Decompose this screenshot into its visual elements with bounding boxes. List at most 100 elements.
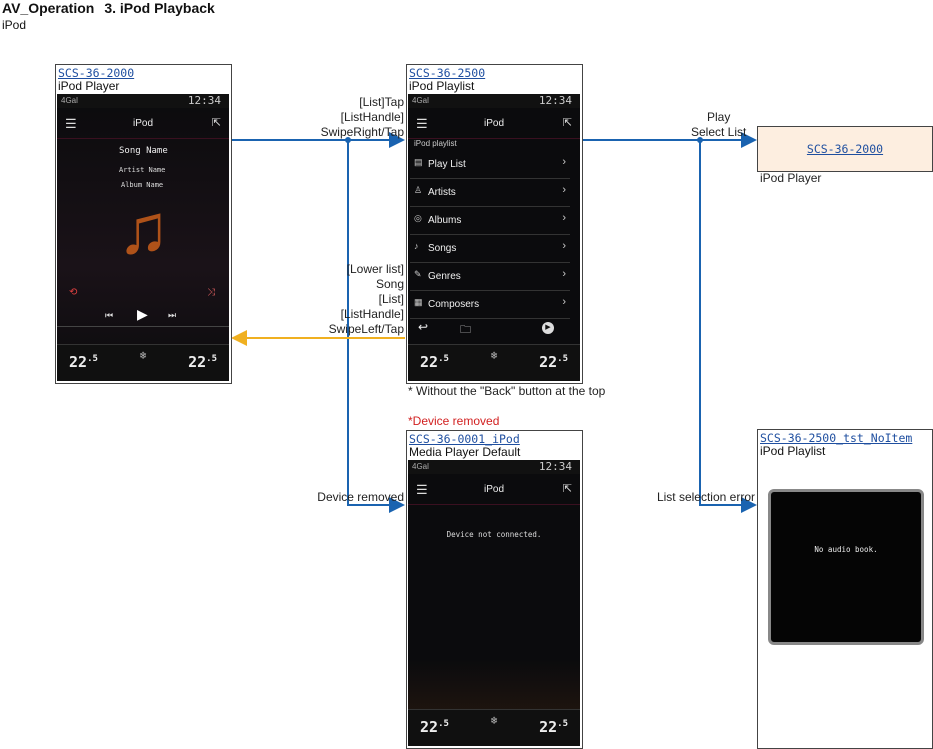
clock: 12:34 xyxy=(187,94,221,107)
popup-message: No audio book. xyxy=(814,545,878,554)
music-note-icon: ♪ xyxy=(414,241,419,251)
guitar-icon: ✎ xyxy=(414,269,422,279)
label-line: [Lower list] xyxy=(346,262,404,276)
screen-id[interactable]: SCS-36-2000 xyxy=(758,142,932,156)
back-icon[interactable]: ↩ xyxy=(418,320,428,334)
list-item-genres[interactable]: ✎ Genres › xyxy=(410,262,570,291)
next-icon[interactable]: ⏭ xyxy=(168,310,176,321)
artist-icon: ♙ xyxy=(414,185,423,195)
screen-default: 4Gal 12:34 ☰ iPod ⇱ Device not connected… xyxy=(408,460,580,746)
climate-bar: 22.5 ❄ 22.5 xyxy=(408,709,580,746)
temp-right-value: 22 xyxy=(539,353,558,371)
label-to-playlist: [List]Tap [ListHandle] SwipeRight/Tap xyxy=(321,95,404,140)
label-line: Select List xyxy=(691,125,747,139)
label-line: [List]Tap xyxy=(359,95,404,109)
label-device-removed: Device removed xyxy=(317,490,404,504)
previous-icon[interactable]: ⏮ xyxy=(105,310,113,321)
now-playing-icon[interactable]: ▶ xyxy=(542,322,554,334)
label-line: [ListHandle] xyxy=(340,110,404,124)
list-item-artists[interactable]: ♙ Artists › xyxy=(410,178,570,207)
song-name: Song Name xyxy=(119,146,168,156)
signal-status: 4Gal xyxy=(412,96,429,105)
climate-bar: 22.5 ❄ 22.5 xyxy=(408,344,580,381)
screen-id[interactable]: SCS-36-2000 xyxy=(58,66,134,80)
label-line: [ListHandle] xyxy=(340,307,404,321)
exit-icon[interactable]: ⇱ xyxy=(563,116,572,129)
label-line: SwipeLeft/Tap xyxy=(328,322,404,336)
composer-icon: ▦ xyxy=(414,297,423,307)
screen-name: iPod Player xyxy=(58,79,120,93)
top-title: iPod xyxy=(483,118,504,129)
panel-player-reference: SCS-36-2000 xyxy=(757,126,933,172)
status-bar: 4Gal 12:34 xyxy=(57,94,229,108)
shuffle-icon[interactable]: ⤨ xyxy=(207,287,215,298)
panel-ipod-playlist: SCS-36-2500 iPod Playlist 4Gal 12:34 ☰ i… xyxy=(406,64,583,384)
no-item-popup: No audio book. xyxy=(768,489,924,645)
top-bar: ☰ iPod ⇱ xyxy=(57,112,229,139)
label-line: Play xyxy=(707,110,731,124)
panel-ipod-player: SCS-36-2000 iPod Player 4Gal 12:34 ☰ iPo… xyxy=(55,64,232,384)
status-bar: 4Gal 12:34 xyxy=(408,94,580,108)
arrow-list-error xyxy=(699,140,757,513)
folder-icon[interactable]: 🗀 xyxy=(460,321,471,340)
temp-right[interactable]: 22.5 xyxy=(188,353,217,371)
label-line: Song xyxy=(375,277,404,291)
screen-id[interactable]: SCS-36-2500_tst_NoItem xyxy=(760,431,912,445)
temp-right-value: 22 xyxy=(188,353,207,371)
exit-icon[interactable]: ⇱ xyxy=(563,482,572,495)
temp-decimal: .5 xyxy=(557,354,568,364)
music-note-icon: ♫ xyxy=(117,190,170,268)
chevron-right-icon: › xyxy=(562,296,566,308)
label-line: SwipeRight/Tap xyxy=(320,125,404,139)
chevron-right-icon: › xyxy=(562,212,566,224)
label-back-to-player: [Lower list] Song [List] [ListHandle] Sw… xyxy=(329,262,404,337)
label-list-error: List selection error xyxy=(656,490,755,504)
list-item-label: Genres xyxy=(428,271,461,282)
chevron-right-icon: › xyxy=(562,268,566,280)
repeat-icon[interactable]: ⟲ xyxy=(69,287,77,298)
top-title: iPod xyxy=(483,484,504,495)
screen-id[interactable]: SCS-36-2500 xyxy=(409,66,485,80)
list-header: iPod playlist xyxy=(414,139,457,148)
artist-name: Artist Name xyxy=(119,166,166,174)
climate-bar: 22.5 ❄ 22.5 xyxy=(57,344,229,381)
panel-playlist-no-item: SCS-36-2500_tst_NoItem iPod Playlist No … xyxy=(757,429,933,749)
screen-id[interactable]: SCS-36-0001_iPod xyxy=(409,432,520,446)
list-item-label: Play List xyxy=(428,159,466,170)
screen-name: iPod Playlist xyxy=(409,79,475,93)
list-item-songs[interactable]: ♪ Songs › xyxy=(410,234,570,263)
screen-playlist: 4Gal 12:34 ☰ iPod ⇱ iPod playlist ▤ Play … xyxy=(408,94,580,381)
top-bar: ☰ iPod ⇱ xyxy=(408,478,580,505)
list-item-label: Albums xyxy=(428,215,462,226)
temp-decimal: .5 xyxy=(206,354,217,364)
top-bar: ☰ iPod ⇱ xyxy=(408,112,580,139)
temp-decimal: .5 xyxy=(557,719,568,729)
list-item-label: Songs xyxy=(428,243,457,254)
device-removed-caption: *Device removed xyxy=(408,414,500,428)
top-title: iPod xyxy=(132,118,153,129)
list-item-label: Composers xyxy=(428,299,480,310)
temp-right-value: 22 xyxy=(539,718,558,736)
list-item-albums[interactable]: ◎ Albums › xyxy=(410,206,570,235)
player-reference-name: iPod Player xyxy=(760,171,822,185)
playlist-icon: ▤ xyxy=(414,157,423,167)
album-icon: ◎ xyxy=(414,213,422,223)
progress-bar[interactable] xyxy=(57,326,229,327)
screen-name: Media Player Default xyxy=(409,445,521,459)
screen-player: 4Gal 12:34 ☰ iPod ⇱ Song Name Artist Nam… xyxy=(57,94,229,381)
list-item-composers[interactable]: ▦ Composers › xyxy=(410,290,570,319)
exit-icon[interactable]: ⇱ xyxy=(212,116,221,129)
list-item-playlist[interactable]: ▤ Play List › xyxy=(410,150,570,179)
album-name: Album Name xyxy=(121,181,164,189)
clock: 12:34 xyxy=(538,94,572,107)
temp-right[interactable]: 22.5 xyxy=(539,718,568,736)
chevron-right-icon: › xyxy=(562,184,566,196)
clock: 12:34 xyxy=(538,460,572,473)
chevron-right-icon: › xyxy=(562,240,566,252)
device-status-message: Device not connected. xyxy=(446,530,542,539)
panel-media-player-default: SCS-36-0001_iPod Media Player Default 4G… xyxy=(406,430,583,749)
play-icon[interactable]: ▶ xyxy=(137,306,148,323)
temp-right[interactable]: 22.5 xyxy=(539,353,568,371)
screen-name: iPod Playlist xyxy=(760,444,826,458)
chevron-right-icon: › xyxy=(562,156,566,168)
